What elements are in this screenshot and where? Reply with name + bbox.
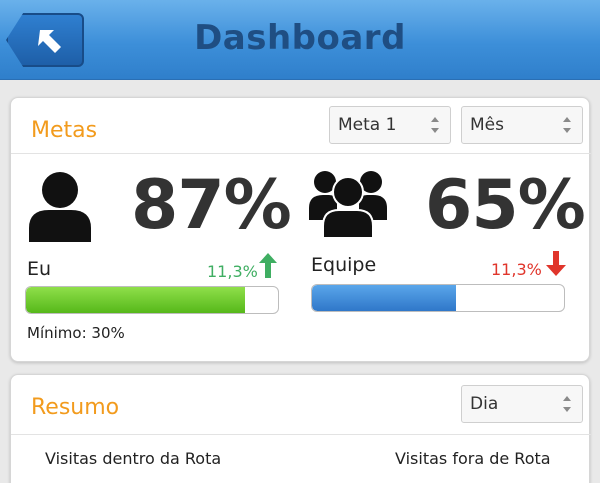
- meta-select-value: Meta 1: [338, 115, 397, 135]
- arrow-up-icon: [259, 253, 277, 278]
- resumo-title: Resumo: [31, 395, 120, 420]
- resumo-period-select[interactable]: Dia: [461, 385, 583, 423]
- metas-title: Metas: [31, 118, 98, 143]
- user-icon: [29, 172, 91, 242]
- equipe-percent: 65%: [425, 166, 586, 245]
- app-header: Dashboard: [0, 0, 600, 80]
- meta-select[interactable]: Meta 1: [329, 106, 451, 144]
- card-divider: [11, 153, 591, 154]
- group-icon: [309, 171, 387, 238]
- minimo-label: Mínimo: 30%: [27, 324, 125, 342]
- eu-percent: 87%: [131, 166, 292, 245]
- arrow-down-icon: [546, 251, 566, 276]
- page-title: Dashboard: [194, 18, 406, 58]
- eu-label: Eu: [27, 258, 52, 280]
- period-select-value: Mês: [470, 115, 504, 135]
- select-arrows-icon: [563, 117, 571, 133]
- card-divider: [11, 434, 591, 435]
- equipe-label: Equipe: [311, 254, 377, 276]
- metas-card: Metas Meta 1 Mês 87% Eu 11,3% Mínimo: 30…: [10, 97, 591, 362]
- equipe-delta: 11,3%: [491, 260, 542, 279]
- visitas-fora-label: Visitas fora de Rota: [395, 449, 551, 468]
- period-select[interactable]: Mês: [461, 106, 583, 144]
- eu-progress-fill: [26, 287, 246, 313]
- select-arrows-icon: [431, 117, 439, 133]
- eu-delta: 11,3%: [207, 262, 258, 281]
- resumo-card: Resumo Dia Visitas dentro da Rota Visita…: [10, 374, 591, 483]
- equipe-progress-fill: [312, 285, 456, 311]
- select-arrows-icon: [563, 396, 571, 412]
- resumo-period-value: Dia: [470, 394, 499, 414]
- equipe-progress-bar: [311, 284, 565, 312]
- visitas-dentro-label: Visitas dentro da Rota: [45, 449, 222, 468]
- eu-progress-bar: [25, 286, 279, 314]
